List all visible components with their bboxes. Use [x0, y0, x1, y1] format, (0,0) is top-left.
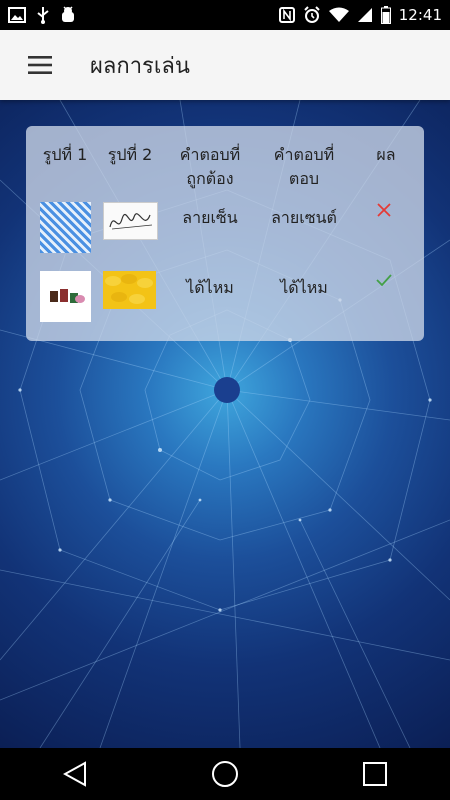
- image-notification-icon: [8, 7, 26, 23]
- page-title: ผลการเล่น: [90, 53, 190, 79]
- wifi-icon: [328, 7, 349, 22]
- row1-correct-answer: ลายเซ็น: [182, 208, 238, 227]
- row2-given-answer: ได้ไหม: [280, 278, 328, 297]
- back-icon: [63, 761, 86, 787]
- navigation-bar: [0, 748, 450, 800]
- header-correct-answer: คำตอบที่ ถูกต้อง: [166, 143, 254, 191]
- status-bar: 12:41: [0, 0, 450, 30]
- app-bar: ผลการเล่น: [0, 30, 450, 100]
- row1-picture2-signature: [103, 202, 158, 240]
- menu-button[interactable]: [0, 30, 80, 100]
- nfc-icon: [278, 7, 295, 23]
- android-debug-icon: [62, 6, 74, 22]
- row1-picture1-stripes: [40, 202, 91, 253]
- back-button[interactable]: [45, 748, 105, 800]
- content-area: รูปที่ 1 รูปที่ 2 คำตอบที่ ถูกต้อง คำตอบ…: [0, 100, 450, 748]
- header-given-answer-line2: ตอบ: [288, 169, 320, 188]
- home-button[interactable]: [195, 748, 255, 800]
- row2-correct-answer: ได้ไหม: [186, 278, 234, 297]
- status-right-icons: 12:41: [278, 6, 442, 24]
- header-given-answer: คำตอบที่ ตอบ: [258, 143, 350, 191]
- row1-given-answer: ลายเซนต์: [271, 208, 337, 227]
- header-given-answer-line1: คำตอบที่: [273, 145, 335, 164]
- silk-cocoons-image: [105, 274, 153, 304]
- header-correct-answer-line2: ถูกต้อง: [186, 169, 234, 188]
- signal-icon: [357, 8, 372, 22]
- header-picture1: รูปที่ 1: [42, 145, 88, 164]
- header-result: ผล: [376, 145, 396, 164]
- check-icon: [376, 274, 392, 286]
- cross-icon: [377, 203, 391, 217]
- header-picture2: รูปที่ 2: [107, 145, 153, 164]
- hamburger-menu-icon: [28, 56, 52, 74]
- home-icon: [212, 761, 238, 787]
- row2-picture1-spools: [40, 271, 91, 322]
- recents-icon: [363, 762, 387, 786]
- usb-icon: [37, 7, 49, 24]
- header-correct-answer-line1: คำตอบที่: [179, 145, 241, 164]
- status-left-icons: [8, 6, 76, 24]
- recents-button[interactable]: [345, 748, 405, 800]
- signature-image: [109, 213, 153, 230]
- battery-icon: [380, 6, 391, 24]
- row2-picture2-silk-cocoons: [103, 271, 156, 309]
- alarm-icon: [304, 6, 320, 23]
- results-table: รูปที่ 1 รูปที่ 2 คำตอบที่ ถูกต้อง คำตอบ…: [26, 126, 424, 341]
- status-time: 12:41: [398, 6, 442, 24]
- thread-spools-image: [50, 289, 85, 303]
